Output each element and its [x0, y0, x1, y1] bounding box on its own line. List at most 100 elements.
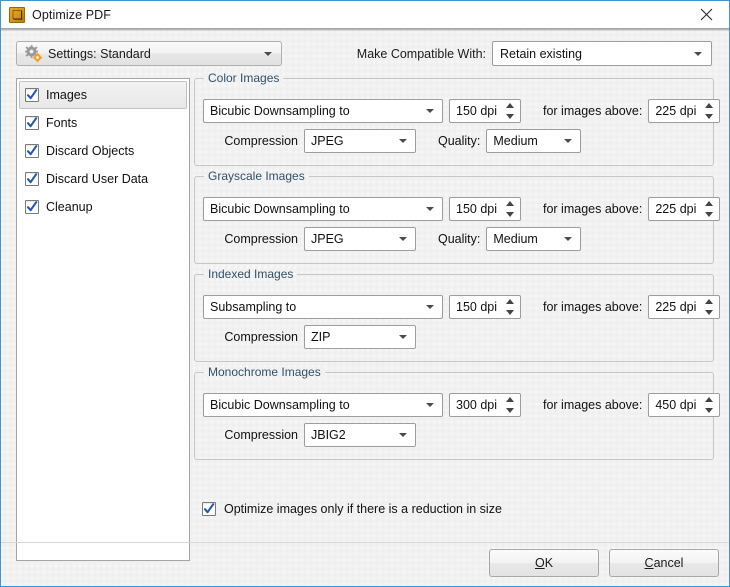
ok-button-label: OK — [534, 556, 554, 570]
stepper-buttons[interactable] — [704, 299, 713, 315]
settings-preset-label: Settings: Standard — [48, 46, 151, 61]
chevron-down-icon — [426, 403, 434, 407]
stepper-value: 225 dpi — [655, 300, 697, 314]
sidebar-item-discard-user-data[interactable]: Discard User Data — [19, 165, 187, 193]
chevron-down-icon — [264, 51, 272, 56]
monochrome-downsample-method-dropdown[interactable]: Bicubic Downsampling to — [203, 393, 443, 417]
chevron-down-icon — [426, 109, 434, 113]
chevron-down-icon[interactable] — [505, 408, 514, 413]
color-threshold-dpi-stepper[interactable]: 225 dpi — [648, 99, 721, 123]
images-settings-panel: Color Images Bicubic Downsampling to 150… — [194, 71, 721, 531]
stepper-buttons[interactable] — [704, 103, 713, 119]
ok-button[interactable]: OK — [489, 549, 599, 577]
chevron-down-icon — [426, 207, 434, 211]
settings-preset-dropdown[interactable]: Settings: Standard — [16, 41, 282, 66]
color-quality-dropdown[interactable]: Medium — [486, 129, 582, 153]
stepper-value: 150 dpi — [456, 202, 498, 216]
grayscale-downsample-method-dropdown[interactable]: Bicubic Downsampling to — [203, 197, 443, 221]
optimize-only-if-reduction-label: Optimize images only if there is a reduc… — [224, 502, 502, 516]
make-compatible-with-dropdown[interactable]: Retain existing — [492, 41, 712, 66]
chevron-down-icon[interactable] — [704, 408, 713, 413]
grayscale-quality-dropdown[interactable]: Medium — [486, 227, 582, 251]
chevron-up-icon[interactable] — [704, 103, 713, 108]
for-images-above-label: for images above: — [543, 104, 643, 118]
stepper-buttons[interactable] — [704, 397, 713, 413]
dropdown-value: Subsampling to — [210, 300, 297, 314]
checkbox-cleanup[interactable] — [25, 200, 39, 214]
group-indexed-images: Indexed Images Subsampling to 150 dpi fo… — [194, 267, 721, 362]
sidebar-item-label: Discard Objects — [46, 144, 135, 158]
optimize-pdf-app-icon: ❏ — [9, 6, 25, 23]
cancel-button[interactable]: Cancel — [609, 549, 719, 577]
quality-label: Quality: — [438, 232, 481, 246]
stepper-buttons[interactable] — [505, 103, 514, 119]
close-icon[interactable] — [684, 1, 729, 27]
downsample-row: Bicubic Downsampling to 150 dpi for imag… — [203, 99, 721, 123]
dropdown-value: Medium — [493, 232, 538, 246]
checkbox-fonts[interactable] — [25, 116, 39, 130]
dropdown-value: ZIP — [311, 330, 331, 344]
checkbox-discard-user-data[interactable] — [25, 172, 39, 186]
monochrome-threshold-dpi-stepper[interactable]: 450 dpi — [648, 393, 721, 417]
chevron-down-icon[interactable] — [505, 310, 514, 315]
grayscale-threshold-dpi-stepper[interactable]: 225 dpi — [648, 197, 721, 221]
monochrome-target-dpi-stepper[interactable]: 300 dpi — [449, 393, 521, 417]
chevron-up-icon[interactable] — [505, 103, 514, 108]
stepper-buttons[interactable] — [505, 299, 514, 315]
monochrome-compression-dropdown[interactable]: JBIG2 — [304, 423, 416, 447]
category-list[interactable]: Images Fonts Discard Objects Discard Use… — [16, 78, 190, 561]
checkbox-discard-objects[interactable] — [25, 144, 39, 158]
sidebar-item-cleanup[interactable]: Cleanup — [19, 193, 187, 221]
sidebar-item-label: Fonts — [46, 116, 78, 130]
indexed-threshold-dpi-stepper[interactable]: 225 dpi — [648, 295, 721, 319]
indexed-downsample-method-dropdown[interactable]: Subsampling to — [203, 295, 443, 319]
chevron-up-icon[interactable] — [704, 201, 713, 206]
stepper-buttons[interactable] — [505, 201, 514, 217]
cancel-button-label: Cancel — [644, 556, 684, 570]
stepper-buttons[interactable] — [704, 201, 713, 217]
chevron-up-icon[interactable] — [704, 299, 713, 304]
color-target-dpi-stepper[interactable]: 150 dpi — [449, 99, 521, 123]
color-downsample-method-dropdown[interactable]: Bicubic Downsampling to — [203, 99, 443, 123]
for-images-above-label: for images above: — [543, 398, 643, 412]
chevron-down-icon[interactable] — [505, 114, 514, 119]
sidebar-item-fonts[interactable]: Fonts — [19, 109, 187, 137]
optimize-only-if-reduction-row[interactable]: Optimize images only if there is a reduc… — [202, 502, 502, 516]
stepper-value: 450 dpi — [655, 398, 697, 412]
checkbox-optimize-only-if-reduction[interactable] — [202, 502, 216, 516]
compression-row: Compression JPEG Quality: Medium — [203, 227, 582, 251]
color-compression-dropdown[interactable]: JPEG — [304, 129, 416, 153]
grayscale-compression-dropdown[interactable]: JPEG — [304, 227, 416, 251]
chevron-up-icon[interactable] — [505, 201, 514, 206]
sidebar-item-discard-objects[interactable]: Discard Objects — [19, 137, 187, 165]
sidebar-item-label: Discard User Data — [46, 172, 149, 186]
sidebar-item-images[interactable]: Images — [19, 81, 187, 109]
chevron-down-icon[interactable] — [704, 114, 713, 119]
chevron-down-icon[interactable] — [704, 310, 713, 315]
checkbox-images[interactable] — [25, 88, 39, 102]
downsample-row: Bicubic Downsampling to 150 dpi for imag… — [203, 197, 721, 221]
chevron-down-icon — [399, 139, 407, 143]
indexed-target-dpi-stepper[interactable]: 150 dpi — [449, 295, 521, 319]
group-legend: Grayscale Images — [204, 169, 309, 183]
chevron-down-icon[interactable] — [505, 212, 514, 217]
make-compatible-with-row: Make Compatible With: Retain existing — [357, 41, 712, 66]
compression-label: Compression — [224, 134, 298, 148]
compression-row: Compression JBIG2 — [203, 423, 416, 447]
grayscale-target-dpi-stepper[interactable]: 150 dpi — [449, 197, 521, 221]
chevron-up-icon[interactable] — [505, 299, 514, 304]
indexed-compression-dropdown[interactable]: ZIP — [304, 325, 416, 349]
make-compatible-with-label: Make Compatible With: — [356, 46, 486, 61]
for-images-above-label: for images above: — [543, 202, 643, 216]
chevron-down-icon — [564, 237, 573, 241]
sidebar-item-label: Cleanup — [46, 200, 93, 214]
chevron-up-icon[interactable] — [704, 397, 713, 402]
compression-label: Compression — [224, 428, 298, 442]
chevron-down-icon[interactable] — [704, 212, 713, 217]
chevron-up-icon[interactable] — [505, 397, 514, 402]
dropdown-value: JBIG2 — [311, 428, 346, 442]
chevron-down-icon — [399, 237, 407, 241]
optimize-pdf-dialog: ❏ Optimize PDF Settings: Standard Make C… — [0, 0, 730, 587]
downsample-row: Bicubic Downsampling to 300 dpi for imag… — [203, 393, 721, 417]
stepper-buttons[interactable] — [505, 397, 514, 413]
